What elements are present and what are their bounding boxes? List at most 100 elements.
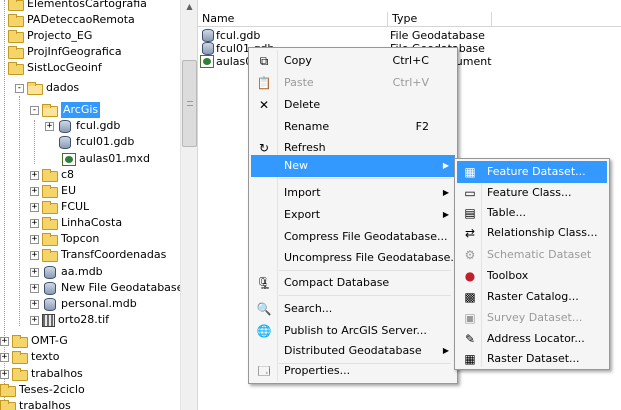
search-icon: 🔍 xyxy=(256,302,272,316)
submenu-item-relationship-class[interactable]: ⇄ Relationship Class... xyxy=(457,222,607,244)
tree-item[interactable]: - ArcGis xyxy=(30,102,101,118)
submenu-item-raster-catalog[interactable]: ▩ Raster Catalog... xyxy=(457,286,607,308)
expand-toggle[interactable]: + xyxy=(30,267,39,277)
menu-item-paste[interactable]: 📋 Paste Ctrl+V xyxy=(251,72,455,94)
collapse-toggle[interactable]: - xyxy=(15,83,24,93)
folder-icon xyxy=(8,0,24,11)
folder-icon xyxy=(12,367,28,381)
tree-item[interactable]: trabalhos xyxy=(0,398,71,410)
compact-icon: 🗜 xyxy=(256,276,272,290)
menu-item-export[interactable]: Export ▶ xyxy=(251,204,455,226)
folder-icon xyxy=(42,216,58,230)
tree-item[interactable]: Projecto_EG xyxy=(8,28,92,44)
menu-item-publish[interactable]: 🌐 Publish to ArcGIS Server... xyxy=(251,320,455,342)
scrollbar-thumb[interactable] xyxy=(182,60,197,147)
geodatabase-icon xyxy=(202,29,214,42)
menu-item-compress[interactable]: Compress File Geodatabase... xyxy=(251,226,455,248)
submenu-item-raster-dataset[interactable]: ▦ Raster Dataset... xyxy=(457,348,607,370)
submenu-item-schematic-dataset[interactable]: ⚙ Schematic Dataset xyxy=(457,244,607,266)
folder-icon xyxy=(42,184,58,198)
menu-item-copy[interactable]: ⧉ Copy Ctrl+C xyxy=(251,50,455,72)
folder-icon xyxy=(42,200,58,214)
menu-item-new[interactable]: New ▶ xyxy=(251,155,455,177)
list-item[interactable]: aulas0 xyxy=(200,55,252,68)
expand-toggle[interactable]: + xyxy=(30,283,39,293)
menu-item-compact[interactable]: 🗜 Compact Database xyxy=(251,272,455,294)
tree-item-label: orto28.tif xyxy=(58,313,110,326)
tree-item[interactable]: ProjInfGeografica xyxy=(8,44,122,60)
submenu-item-table[interactable]: ▤ Table... xyxy=(457,202,607,224)
raster-icon xyxy=(42,313,55,327)
expand-toggle[interactable]: + xyxy=(30,170,39,180)
tree-item[interactable]: Teses-2ciclo xyxy=(0,382,85,398)
list-item[interactable]: fcul.gdb xyxy=(200,29,260,42)
column-header-type[interactable]: Type xyxy=(388,11,417,27)
expand-toggle[interactable]: + xyxy=(0,336,9,346)
tree-item[interactable]: + aa.mdb xyxy=(30,264,103,280)
tree-item[interactable]: + EU xyxy=(30,183,76,199)
expand-toggle[interactable]: + xyxy=(30,186,39,196)
tree-item[interactable]: + TransfCoordenadas xyxy=(30,247,166,263)
tree-item[interactable]: + personal.mdb xyxy=(30,296,137,312)
tree-item[interactable]: - dados xyxy=(15,80,79,96)
tree-item[interactable]: + fcul.gdb xyxy=(45,118,120,134)
tree-item[interactable]: + Topcon xyxy=(30,231,99,247)
tree-item[interactable]: aulas01.mxd xyxy=(62,151,150,167)
tree-item-label: Projecto_EG xyxy=(27,29,93,42)
tree-item[interactable]: + trabalhos xyxy=(0,366,83,382)
tree-item[interactable]: + orto28.tif xyxy=(30,312,109,328)
list-item-name: fcul.gdb xyxy=(216,29,261,42)
menu-item-distributed-geodatabase[interactable]: Distributed Geodatabase ▶ xyxy=(251,340,455,362)
tree-item[interactable]: + FCUL xyxy=(30,199,89,215)
expand-toggle[interactable]: + xyxy=(45,121,54,131)
menu-item-rename[interactable]: Rename F2 xyxy=(251,116,455,138)
expand-toggle[interactable]: + xyxy=(30,202,39,212)
submenu-item-toolbox[interactable]: ● Toolbox xyxy=(457,265,607,287)
tree-item-label: c8 xyxy=(61,168,75,181)
tree-item[interactable]: PADeteccaoRemota xyxy=(8,12,135,28)
scroll-up-arrow-icon[interactable]: ▲ xyxy=(181,0,197,14)
tree-item[interactable]: + texto xyxy=(0,349,59,365)
geodatabase-icon xyxy=(44,281,56,295)
tree-item[interactable]: + LinhaCosta xyxy=(30,215,122,231)
expand-toggle[interactable]: + xyxy=(30,250,39,260)
menu-item-properties[interactable]: 🗔 Properties... xyxy=(251,360,455,382)
tree-item-label: ElementosCartografia xyxy=(27,0,147,10)
tree-item[interactable]: fcul01.gdb xyxy=(57,134,134,150)
expand-toggle[interactable]: + xyxy=(30,299,39,309)
tree-item-label: dados xyxy=(46,81,80,94)
submenu-item-feature-class[interactable]: ▭ Feature Class... xyxy=(457,182,607,204)
delete-icon: ✕ xyxy=(258,98,270,112)
folder-icon xyxy=(12,334,28,348)
tree-item-label: PADeteccaoRemota xyxy=(27,13,135,26)
menu-item-delete[interactable]: ✕ Delete xyxy=(251,94,455,116)
column-header-name[interactable]: Name xyxy=(198,11,234,27)
tree-item[interactable]: ElementosCartografia xyxy=(8,0,147,12)
geodatabase-icon xyxy=(44,265,56,279)
menu-item-import[interactable]: Import ▶ xyxy=(251,182,455,204)
expand-toggle[interactable]: + xyxy=(30,315,39,325)
expand-toggle[interactable]: + xyxy=(0,352,9,362)
tree-item[interactable]: + c8 xyxy=(30,167,74,183)
tree-item[interactable]: + New File Geodatabase.g xyxy=(30,280,194,296)
list-item-name: aulas0 xyxy=(216,55,253,68)
tree-item-label: aulas01.mxd xyxy=(79,152,150,165)
submenu-item-feature-dataset[interactable]: ▦ Feature Dataset... xyxy=(457,161,607,183)
submenu-item-address-locator[interactable]: ✎ Address Locator... xyxy=(457,328,607,350)
tree-scrollbar[interactable]: ▲ xyxy=(180,0,197,410)
expand-toggle[interactable]: + xyxy=(30,234,39,244)
menu-item-search[interactable]: 🔍 Search... xyxy=(251,298,455,320)
tree-item-label: ArcGis xyxy=(61,102,101,118)
menu-item-uncompress[interactable]: Uncompress File Geodatabase... xyxy=(251,247,461,269)
submenu-item-survey-dataset[interactable]: ▣ Survey Dataset... xyxy=(457,307,607,329)
tree-item[interactable]: SistLocGeoinf xyxy=(8,60,102,76)
catalog-tree[interactable]: ElementosCartografia PADeteccaoRemota Pr… xyxy=(0,0,197,410)
folder-icon xyxy=(42,248,58,262)
tree-item-label: SistLocGeoinf xyxy=(27,61,102,74)
collapse-toggle[interactable]: - xyxy=(30,105,39,115)
tree-item-label: fcul.gdb xyxy=(76,119,121,132)
tree-item[interactable]: + OMT-G xyxy=(0,333,68,349)
folder-icon xyxy=(8,13,24,27)
expand-toggle[interactable]: + xyxy=(30,218,39,228)
expand-toggle[interactable]: + xyxy=(0,369,9,379)
